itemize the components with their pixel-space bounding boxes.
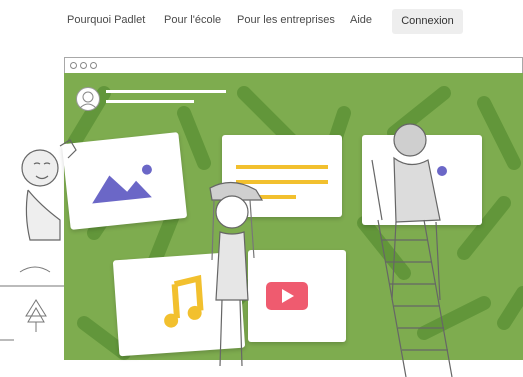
people-illustration: [0, 123, 453, 377]
hero-illustration: [0, 0, 523, 377]
